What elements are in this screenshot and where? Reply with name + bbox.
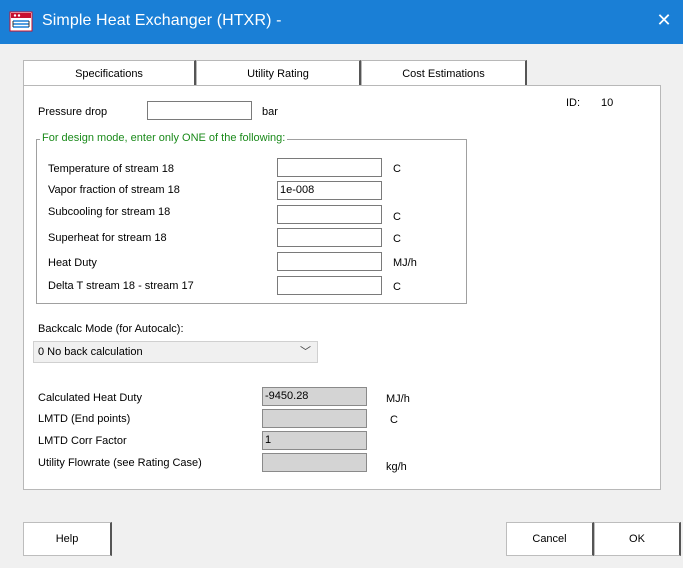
close-icon[interactable]: ✕: [653, 9, 675, 31]
utility-flowrate-label: Utility Flowrate (see Rating Case): [38, 457, 202, 469]
lmtd-corr-factor-label: LMTD Corr Factor: [38, 435, 127, 447]
calculated-heat-duty-unit: MJ/h: [386, 393, 410, 405]
temperature-label: Temperature of stream 18: [48, 163, 174, 175]
calculated-heat-duty-label: Calculated Heat Duty: [38, 392, 142, 404]
lmtd-unit: C: [390, 414, 398, 426]
design-mode-group-title: For design mode, enter only ONE of the f…: [40, 132, 288, 144]
cancel-button[interactable]: Cancel: [506, 522, 594, 556]
pressure-drop-input[interactable]: [147, 101, 252, 120]
heat-duty-label: Heat Duty: [48, 257, 97, 269]
id-value: 10: [601, 97, 614, 109]
delta-t-unit: C: [393, 281, 401, 293]
chevron-down-icon[interactable]: ﹀: [300, 342, 311, 362]
superheat-label: Superheat for stream 18: [48, 232, 167, 244]
tab-utility-rating[interactable]: Utility Rating: [196, 60, 361, 86]
utility-flowrate-unit: kg/h: [386, 461, 407, 473]
lmtd-corr-factor-value: 1: [262, 431, 367, 450]
window-title: Simple Heat Exchanger (HTXR) -: [42, 12, 282, 29]
heat-exchanger-app-icon: [9, 11, 33, 32]
pressure-drop-label: Pressure drop: [38, 106, 108, 118]
temperature-unit: C: [393, 163, 401, 175]
utility-flowrate-value: [262, 453, 367, 472]
tab-cost-estimations[interactable]: Cost Estimations: [361, 60, 527, 86]
subcooling-input[interactable]: [277, 205, 382, 224]
lmtd-label: LMTD (End points): [38, 413, 131, 425]
superheat-input[interactable]: [277, 228, 382, 247]
pressure-drop-unit: bar: [262, 106, 278, 118]
subcooling-label: Subcooling for stream 18: [48, 206, 171, 218]
title-bar: Simple Heat Exchanger (HTXR) - ✕: [0, 0, 683, 44]
backcalc-label: Backcalc Mode (for Autocalc):: [38, 323, 184, 335]
heat-duty-unit: MJ/h: [393, 257, 417, 269]
ok-button[interactable]: OK: [594, 522, 681, 556]
backcalc-mode-select[interactable]: 0 No back calculation ﹀: [33, 341, 318, 363]
help-button[interactable]: Help: [23, 522, 112, 556]
superheat-unit: C: [393, 233, 401, 245]
temperature-input[interactable]: [277, 158, 382, 177]
backcalc-selected-value: 0 No back calculation: [38, 346, 143, 358]
heat-duty-input[interactable]: [277, 252, 382, 271]
vapor-fraction-input[interactable]: 1e-008: [277, 181, 382, 200]
tab-specifications[interactable]: Specifications: [23, 60, 196, 86]
id-label: ID:: [566, 97, 581, 109]
calculated-heat-duty-value: -9450.28: [262, 387, 367, 406]
delta-t-label: Delta T stream 18 - stream 17: [48, 280, 194, 292]
vapor-fraction-label: Vapor fraction of stream 18: [48, 184, 180, 196]
lmtd-value: [262, 409, 367, 428]
subcooling-unit: C: [393, 211, 401, 223]
delta-t-input[interactable]: [277, 276, 382, 295]
